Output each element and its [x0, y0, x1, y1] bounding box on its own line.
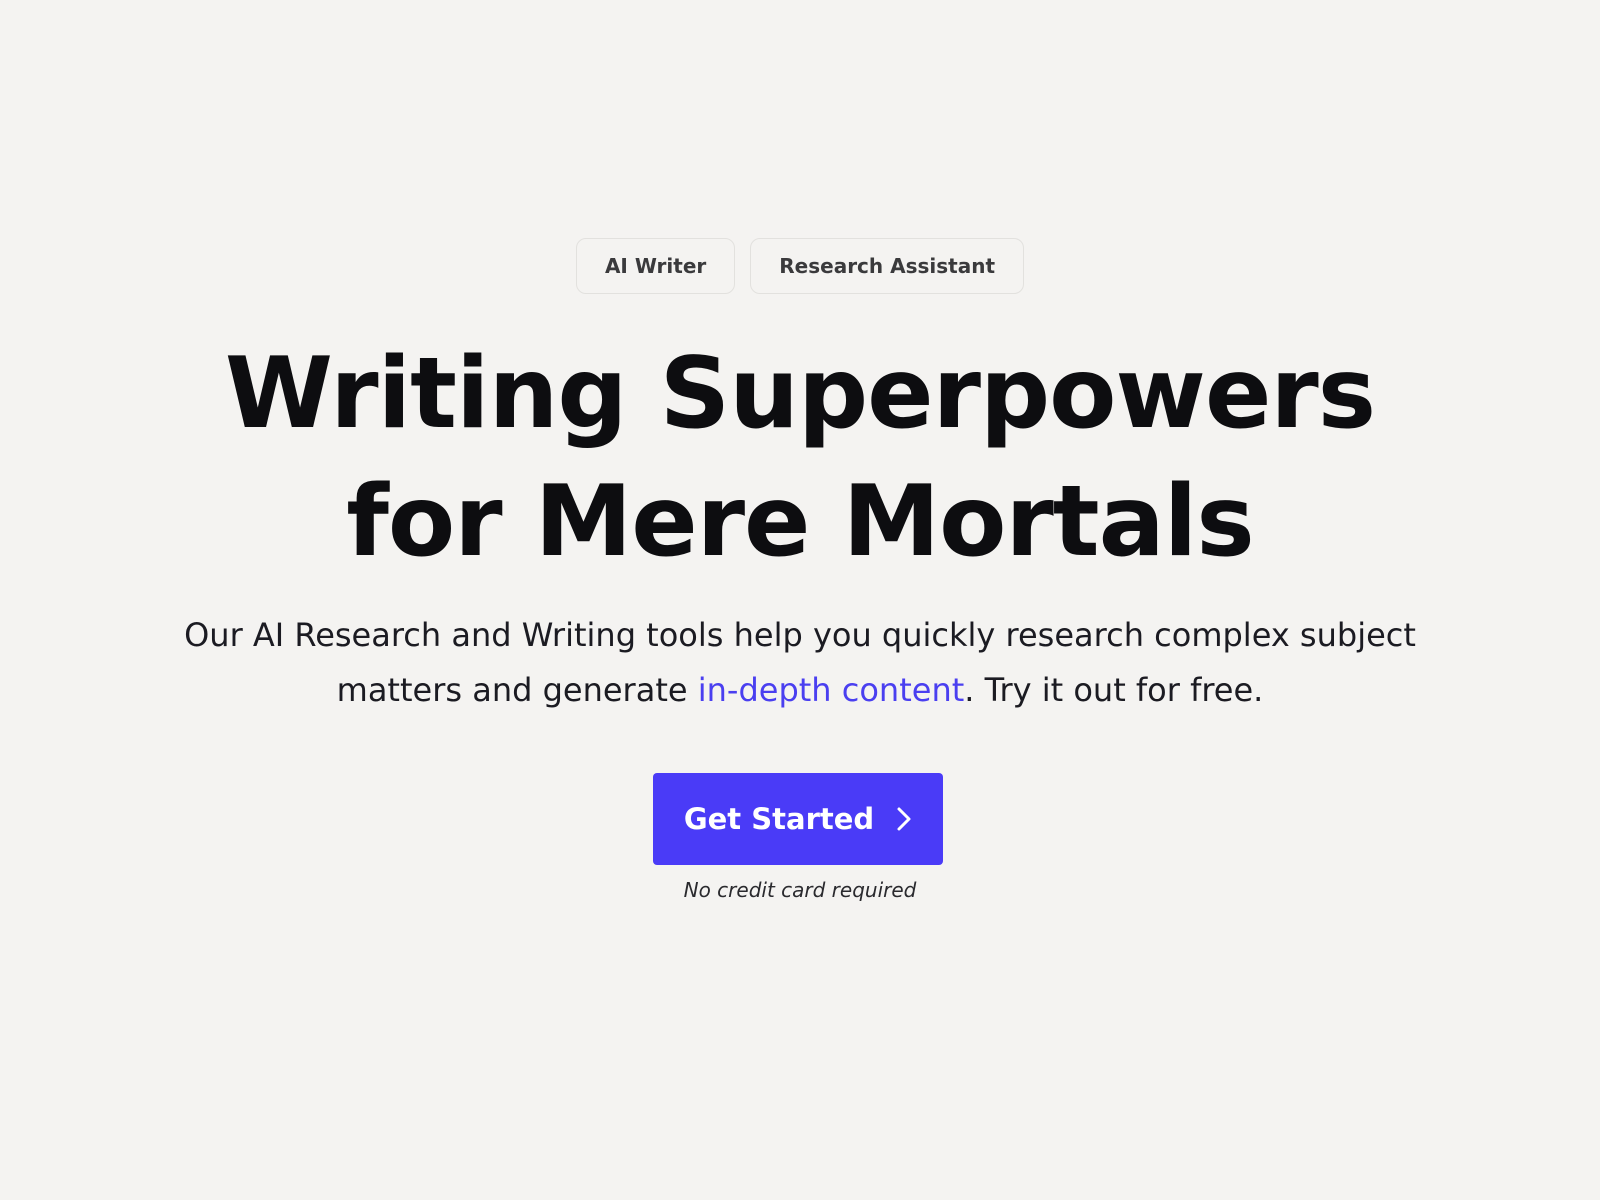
tag-label: Research Assistant: [779, 254, 996, 278]
tag-ai-writer[interactable]: AI Writer: [575, 238, 736, 294]
subtitle-text-end: . Try it out for free.: [964, 671, 1264, 709]
hero-section: AI Writer Research Assistant Writing Sup…: [0, 0, 1600, 1200]
chevron-right-icon: [897, 807, 911, 831]
get-started-label: Get Started: [683, 802, 875, 836]
tag-group: AI Writer Research Assistant: [0, 238, 1600, 294]
subtitle-highlight: in-depth content: [697, 671, 965, 709]
headline-line-2: for Mere Mortals: [346, 465, 1254, 579]
get-started-button[interactable]: Get Started: [653, 773, 943, 865]
tag-research-assistant[interactable]: Research Assistant: [750, 238, 1025, 294]
hero-headline: Writing Superpowers for Mere Mortals: [0, 330, 1600, 586]
no-credit-card-note: No credit card required: [683, 878, 917, 902]
hero-subtitle: Our AI Research and Writing tools help y…: [150, 608, 1450, 718]
tag-label: AI Writer: [604, 254, 707, 278]
headline-line-1: Writing Superpowers: [224, 337, 1376, 451]
